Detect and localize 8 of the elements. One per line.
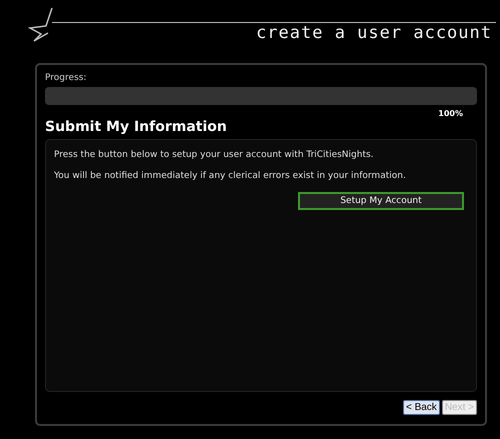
info-text: Press the button below to setup your user account with TriCitiesNights. <box>54 150 375 160</box>
info-text: You will be notified immediately if any clerical errors exist in your information. <box>54 171 407 181</box>
setup-account-button[interactable]: Setup My Account <box>298 192 464 210</box>
page-title: create a user account <box>256 23 492 43</box>
progress-percent: 100% <box>438 109 463 118</box>
section-heading: Submit My Information <box>45 119 228 135</box>
progress-label: Progress: <box>45 73 88 85</box>
back-button[interactable]: < Back <box>402 400 440 415</box>
